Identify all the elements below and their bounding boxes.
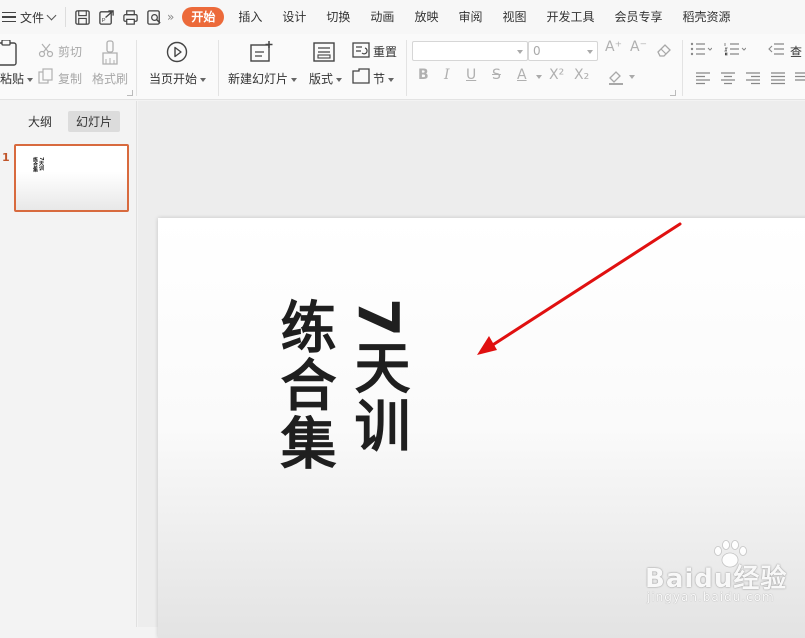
- tab-docer[interactable]: 稻壳资源: [673, 0, 741, 34]
- find-button[interactable]: 查: [790, 43, 802, 60]
- align-right-icon[interactable]: [745, 71, 761, 85]
- copy-icon: [38, 68, 54, 84]
- format-painter-button[interactable]: 格式刷: [92, 70, 128, 87]
- new-slide-label: 新建幻灯片: [228, 72, 289, 86]
- distribute-icon[interactable]: [794, 71, 805, 85]
- tab-slides[interactable]: 幻灯片: [68, 111, 121, 132]
- highlight-icon[interactable]: [607, 69, 625, 85]
- decrease-font-icon[interactable]: A⁻: [630, 39, 647, 55]
- scissors-icon: [38, 42, 54, 58]
- print-preview-icon[interactable]: [146, 9, 163, 26]
- justify-icon[interactable]: [770, 71, 786, 85]
- play-icon: [166, 41, 188, 63]
- layout-label: 版式: [309, 72, 334, 86]
- format-painter-icon: [100, 40, 120, 66]
- underline-icon[interactable]: U: [466, 67, 476, 83]
- align-left-icon[interactable]: [695, 71, 711, 85]
- print-icon[interactable]: [122, 9, 139, 26]
- tab-animation[interactable]: 动画: [360, 0, 404, 34]
- highlight-dropdown[interactable]: [629, 75, 635, 79]
- menu-icon[interactable]: [2, 11, 16, 23]
- tab-slideshow[interactable]: 放映: [404, 0, 448, 34]
- new-slide-button[interactable]: 新建幻灯片: [228, 70, 298, 87]
- quick-access-toolbar: P: [65, 7, 163, 27]
- reset-button[interactable]: 重置: [373, 43, 397, 60]
- ribbon-tabs: 开始 插入 设计 切换 动画 放映 审阅 视图 开发工具 会员专享 稻壳资源: [182, 0, 740, 34]
- thumbnail-title-line2: 练合集: [32, 157, 38, 172]
- clear-format-icon[interactable]: [655, 42, 673, 58]
- export-icon[interactable]: P: [98, 9, 115, 26]
- slides-panel: 大纲 幻灯片 1 7天训 练合集: [0, 101, 137, 627]
- tab-view[interactable]: 视图: [492, 0, 536, 34]
- tab-review[interactable]: 审阅: [448, 0, 492, 34]
- paste-label: 粘贴: [0, 72, 25, 86]
- menu-bar: 文件 P » 开始 插入 设计 切换 动画 放映 审阅 视图 开发工具 会员专享…: [0, 0, 805, 34]
- font-color-dropdown[interactable]: [536, 75, 542, 79]
- font-launcher[interactable]: [670, 90, 676, 96]
- watermark-url: jingyan.baidu.com: [647, 590, 775, 604]
- font-name-select[interactable]: [412, 41, 528, 61]
- paste-icon[interactable]: [0, 40, 22, 66]
- layout-icon: [313, 42, 335, 62]
- more-quick-access[interactable]: »: [167, 10, 174, 24]
- thumbnail-title: 7天训 练合集: [32, 157, 44, 172]
- strikethrough-icon[interactable]: S: [492, 67, 501, 83]
- increase-font-icon[interactable]: A⁺: [605, 39, 622, 55]
- paste-button[interactable]: 粘贴: [0, 70, 34, 87]
- chevron-down-icon[interactable]: [46, 10, 57, 20]
- section-button[interactable]: 节: [373, 70, 395, 87]
- bold-icon[interactable]: B: [418, 67, 429, 83]
- align-center-icon[interactable]: [720, 71, 736, 85]
- slide-thumbnail[interactable]: 7天训 练合集: [14, 144, 129, 212]
- tab-outline[interactable]: 大纲: [20, 111, 60, 132]
- subscript-icon[interactable]: X₂: [574, 67, 589, 83]
- decrease-indent-icon[interactable]: [768, 42, 784, 56]
- svg-text:P: P: [102, 18, 106, 24]
- cut-button[interactable]: 剪切: [58, 43, 82, 60]
- play-from-current-label: 当页开始: [149, 72, 198, 86]
- copy-button[interactable]: 复制: [58, 70, 82, 87]
- slide-title[interactable]: 7天训 练合集: [266, 298, 414, 472]
- tab-developer[interactable]: 开发工具: [536, 0, 604, 34]
- font-color-icon[interactable]: A: [517, 67, 527, 83]
- layout-button[interactable]: 版式: [309, 70, 343, 87]
- tab-design[interactable]: 设计: [272, 0, 316, 34]
- font-size-select[interactable]: 0: [528, 41, 598, 61]
- section-icon: [352, 68, 370, 84]
- watermark: Baidu经验 jingyan.baidu.com: [645, 540, 795, 620]
- slide-number: 1: [2, 151, 10, 164]
- numbered-list-icon[interactable]: [724, 42, 746, 56]
- play-from-current-button[interactable]: 当页开始: [149, 70, 207, 87]
- file-menu[interactable]: 文件: [20, 9, 44, 26]
- tab-transitions[interactable]: 切换: [316, 0, 360, 34]
- reset-icon: [352, 42, 370, 58]
- slide-title-line2: 练合集: [271, 298, 336, 472]
- save-icon[interactable]: [74, 9, 91, 26]
- clipboard-launcher[interactable]: [127, 90, 133, 96]
- panel-tabs: 大纲 幻灯片: [20, 111, 121, 132]
- tab-insert[interactable]: 插入: [228, 0, 272, 34]
- new-slide-icon: [250, 40, 274, 64]
- section-label: 节: [373, 72, 386, 86]
- bullet-list-icon[interactable]: [690, 42, 712, 56]
- slide-title-line1: 7天训: [345, 298, 410, 455]
- superscript-icon[interactable]: X²: [549, 67, 564, 83]
- tab-home[interactable]: 开始: [182, 7, 225, 27]
- tab-member[interactable]: 会员专享: [605, 0, 673, 34]
- font-size-value: 0: [533, 44, 541, 58]
- italic-icon[interactable]: I: [444, 67, 450, 83]
- thumbnail-title-line1: 7天训: [38, 157, 44, 171]
- ribbon-toolbar: 粘贴 剪切 复制 格式刷 当页开始 新建幻灯片 版式 重置 节 0 A⁺ A⁻ …: [0, 34, 805, 100]
